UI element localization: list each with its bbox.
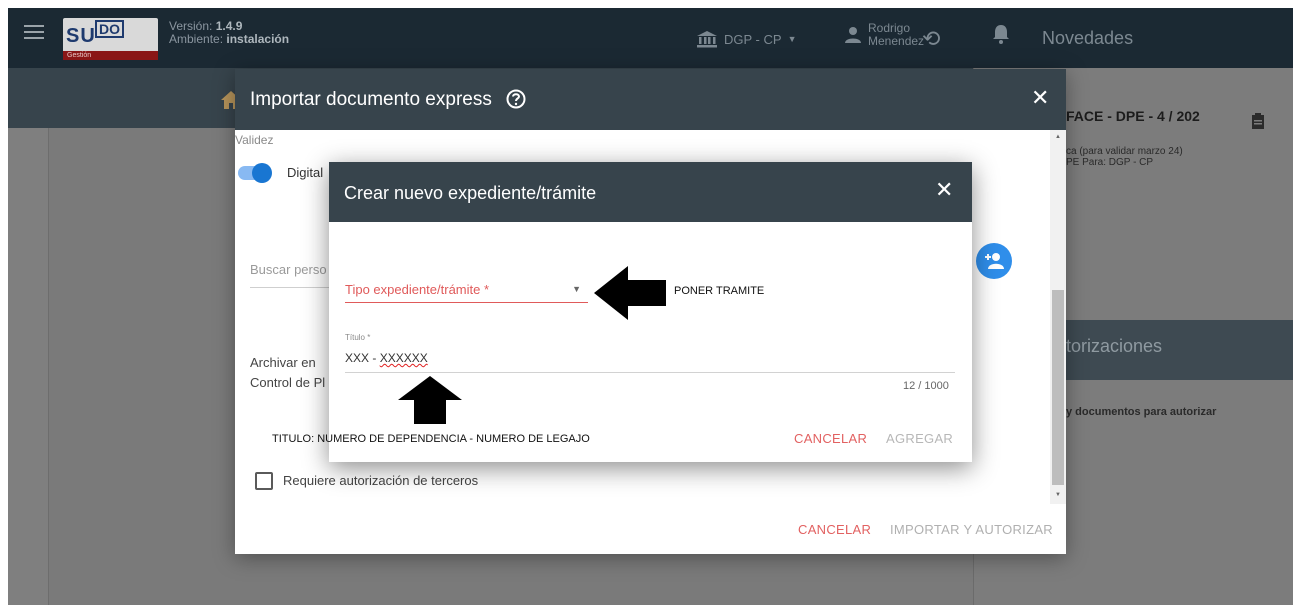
document-subtitle: ca (para validar marzo 24) PE Para: DGP …	[1066, 146, 1183, 168]
document-title[interactable]: FACE - DPE - 4 / 202	[1066, 108, 1200, 124]
digital-toggle[interactable]	[238, 163, 272, 183]
validez-label: Validez	[235, 133, 274, 147]
digital-label: Digital	[287, 165, 324, 180]
scroll-thumb[interactable]	[1052, 290, 1064, 485]
import-authorize-button[interactable]: IMPORTAR Y AUTORIZAR	[890, 522, 1053, 537]
requires-auth-label: Requiere autorización de terceros	[283, 473, 479, 488]
person-icon	[845, 27, 861, 43]
user-menu[interactable]: Rodrigo Menendez	[844, 22, 924, 48]
tipo-expediente-select[interactable]: Tipo expediente/trámite * ▼	[345, 282, 588, 303]
tipo-label: Tipo expediente/trámite *	[345, 282, 490, 297]
annotation-poner-tramite: PONER TRAMITE	[674, 285, 765, 297]
titulo-input[interactable]: XXX - XXXXXX	[345, 351, 955, 373]
scroll-up-icon[interactable]: ▲	[1055, 134, 1061, 140]
chevron-down-icon: ▼	[787, 34, 797, 44]
version-info: Versión: 1.4.9 Ambiente: instalación	[169, 19, 290, 46]
bell-icon[interactable]	[992, 24, 1010, 49]
dialog-header: Crear nuevo expediente/trámite ✕	[329, 162, 972, 222]
dialog-title: Crear nuevo expediente/trámite	[344, 183, 597, 203]
arrow-up-icon	[398, 376, 462, 429]
menu-icon[interactable]	[24, 25, 44, 43]
close-icon[interactable]: ✕	[935, 179, 953, 201]
app-logo[interactable]: SU DO Gestión	[63, 18, 158, 60]
authorizations-message: y documentos para autorizar	[1066, 406, 1217, 418]
titulo-label: Título *	[345, 333, 371, 342]
dependency-label: DGP - CP	[724, 31, 782, 47]
clipboard-icon[interactable]	[1251, 112, 1265, 135]
archive-location-value[interactable]: Control de Pl	[250, 375, 325, 390]
scroll-down-icon[interactable]: ▼	[1055, 492, 1061, 498]
add-button[interactable]: AGREGAR	[886, 431, 953, 446]
arrow-left-icon	[594, 266, 666, 325]
authorizations-title: torizaciones	[1066, 336, 1163, 356]
help-icon[interactable]	[506, 89, 526, 114]
requires-auth-checkbox[interactable]	[255, 472, 273, 490]
institution-icon	[697, 31, 717, 48]
add-user-button[interactable]	[976, 243, 1012, 279]
search-person-input[interactable]: Buscar perso	[250, 262, 330, 288]
news-link[interactable]: Novedades	[1042, 28, 1133, 49]
dropdown-arrow-icon: ▼	[572, 284, 581, 294]
add-person-icon	[985, 253, 1004, 269]
dialog-title: Importar documento express	[250, 89, 492, 110]
dependency-selector[interactable]: DGP - CP ▼	[696, 30, 796, 48]
top-bar: SU DO Gestión Versión: 1.4.9 Ambiente: i…	[8, 8, 1293, 68]
archivar-label: Archivar en	[250, 355, 316, 370]
char-counter: 12 / 1000	[903, 380, 949, 392]
history-icon[interactable]: ⟲	[922, 26, 940, 52]
close-icon[interactable]: ✕	[1031, 87, 1049, 109]
dialog-header: Importar documento express ✕	[235, 69, 1066, 130]
cancel-button[interactable]: CANCELAR	[798, 522, 871, 537]
dialog-scrollbar[interactable]: ▲ ▼	[1050, 130, 1066, 504]
annotation-titulo-hint: TITULO: NUMERO DE DEPENDENCIA - NUMERO D…	[272, 433, 590, 445]
cancel-button[interactable]: CANCELAR	[794, 431, 867, 446]
